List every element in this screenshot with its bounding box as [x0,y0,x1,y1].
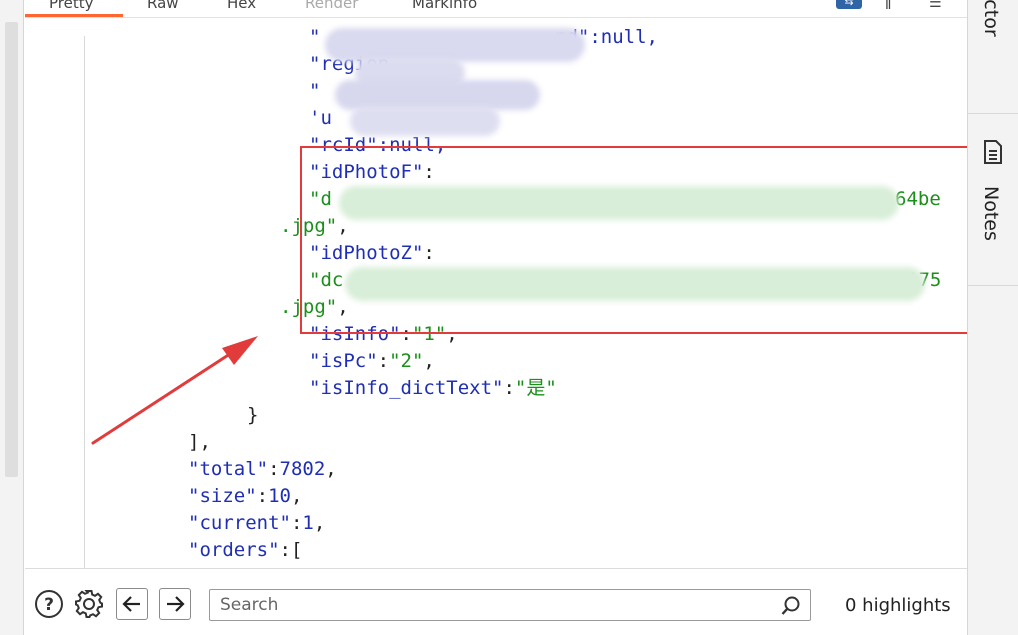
tab-hex[interactable]: Hex [227,0,256,12]
message-view-tabs: Pretty Raw Hex Render Markinfo ⇆ ǁ ☰ [25,0,968,18]
help-icon: ? [35,590,63,618]
help-button[interactable]: ? [33,588,65,620]
indent-guide [84,36,85,568]
search-box [209,589,811,621]
format-icon[interactable]: ǁ [885,0,911,10]
bottom-toolbar: ? 0 highlights [25,568,967,635]
side-tab-inspector[interactable]: Inspector [968,0,1018,114]
code-line-close-brace: } [247,404,259,426]
annotation-box [300,146,980,334]
notes-icon [982,139,1004,165]
redaction-blur [350,106,500,136]
code-line-current: "current":1, [188,512,326,534]
code-line-size: "size":10, [188,485,303,507]
wrap-lines-icon[interactable]: ⇆ [836,0,862,9]
next-button[interactable] [159,588,191,620]
side-tab-notes[interactable]: Notes [968,114,1018,286]
code-line: " [309,80,321,102]
tab-raw[interactable]: Raw [147,0,179,12]
redaction-blur [325,28,585,62]
side-panel: Inspector Notes [967,0,1018,635]
search-input[interactable] [210,590,770,620]
gear-icon [75,590,103,618]
code-line-orders: "orders":[ [188,539,303,561]
search-icon[interactable] [780,595,802,617]
code-line-total: "total":7802, [188,458,337,480]
svg-text:?: ? [44,595,54,615]
code-line-isinfo-dicttext: "isInfo_dictText":"是" [309,377,557,399]
tab-markinfo[interactable]: Markinfo [412,0,477,12]
left-gutter [0,0,24,635]
tab-render[interactable]: Render [305,0,358,12]
side-tab-inspector-label: Inspector [980,0,1002,37]
menu-icon[interactable]: ☰ [929,0,955,11]
code-line-close-bracket: ], [188,431,211,453]
active-tab-indicator [25,14,123,17]
arrow-left-icon [122,596,140,612]
code-line: " [309,26,321,48]
side-tab-notes-label: Notes [980,186,1002,241]
previous-button[interactable] [116,588,148,620]
arrow-right-icon [167,596,185,612]
highlight-count: 0 highlights [845,595,951,616]
left-scrollbar[interactable] [5,22,18,477]
tab-pretty[interactable]: Pretty [49,0,94,12]
code-line-ispc: "isPc":"2", [309,350,435,372]
settings-button[interactable] [73,588,105,620]
code-line: 'u [309,107,332,129]
